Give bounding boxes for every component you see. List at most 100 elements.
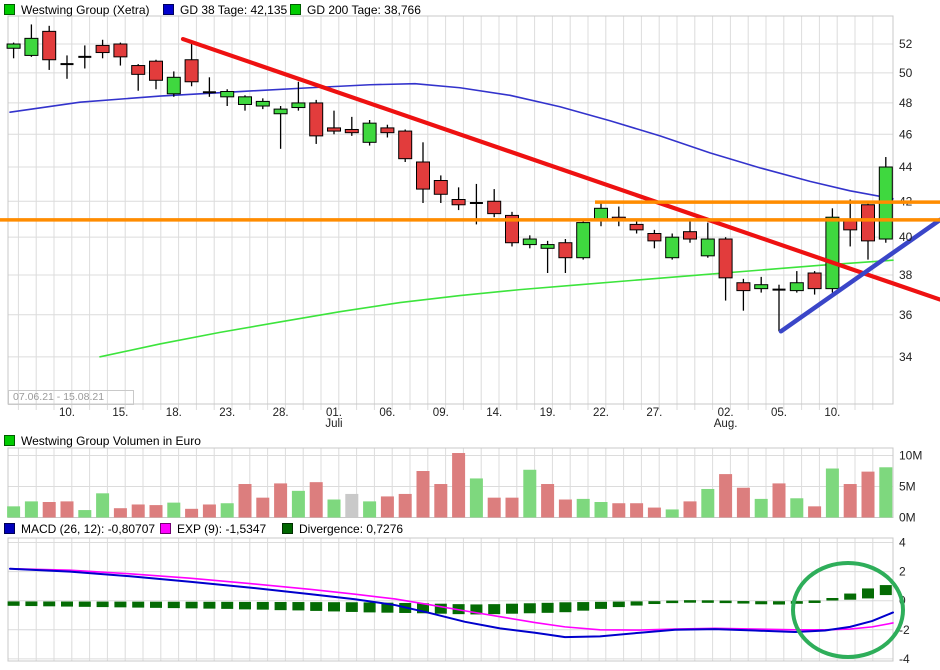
down-candle [862,205,875,241]
up-candle [274,109,287,114]
volume-bar [132,504,145,517]
legend-item-divergence: Divergence: 0,7276 [282,522,403,536]
down-candle [684,232,697,239]
volume-bar [150,505,163,517]
volume-swatch-icon [4,435,15,446]
divergence-dash [186,602,198,609]
x-axis-label: 27. [646,407,662,419]
volume-bar [434,484,447,517]
up-candle [239,97,252,105]
price-legend: Westwing Group (Xetra) GD 38 Tage: 42,13… [0,3,940,17]
up-candle [167,77,180,93]
divergence-dash [595,602,607,609]
divergence-dash [862,588,874,598]
gd200-swatch-icon [290,4,301,15]
macd-panel[interactable]: 420-2-4 [8,536,910,666]
down-candle [43,31,56,59]
up-candle [25,38,38,55]
divergence-dash [737,601,749,604]
volume-bar [167,503,180,518]
y-axis-label: 52 [899,37,913,51]
volume-bar [203,504,216,517]
volume-bar [25,501,38,517]
divergence-dash [666,601,678,604]
up-candle [523,239,536,245]
divergence-dash [648,601,660,604]
resistance-downtrend-trendline [183,39,940,300]
down-candle [630,224,643,229]
volume-bar [577,499,590,518]
divergence-dash [114,602,126,608]
date-range-label: 07.06.21 - 15.08.21 [8,390,134,405]
volume-bar [755,499,768,518]
volume-bar [666,509,679,517]
y-axis-label: 36 [899,308,913,322]
down-candle [452,200,465,205]
divergence-dash [221,602,233,609]
down-candle [132,66,145,75]
y-axis-label: 48 [899,96,913,110]
volume-bar [523,470,536,518]
divergence-dash [755,601,767,604]
exp-swatch-icon [160,523,171,534]
volume-panel[interactable]: 10M5M0M [7,448,922,525]
divergence-dash [542,603,554,613]
macd-axis-label: 4 [899,536,906,550]
divergence-dash [702,600,714,603]
down-candle [114,44,127,57]
up-candle [541,245,554,249]
volume-bar [114,508,127,517]
divergence-dash [559,602,571,612]
divergence-dash [844,594,856,600]
down-candle [310,103,323,136]
volume-axis-label: 10M [899,449,922,463]
divergence-dash [613,602,625,608]
volume-axis-label: 5M [899,480,916,494]
down-candle [719,239,732,278]
down-candle [381,128,394,133]
down-candle [417,162,430,189]
highlight-ellipse-annotation [793,563,903,657]
down-candle [737,283,750,291]
volume-bar [256,498,269,518]
divergence-dash [257,602,269,610]
divergence-dash [97,602,109,608]
up-candle [577,223,590,258]
volume-bar [345,494,358,518]
down-candle [434,181,447,195]
volume-legend: Westwing Group Volumen in Euro [0,434,940,448]
legend-item-gd200: GD 200 Tage: 38,766 [290,3,421,17]
volume-bar [488,498,501,518]
macd-axis-label: 2 [899,565,906,579]
down-candle [399,131,412,159]
x-axis-label: 09. [433,407,449,419]
legend-label: GD 38 Tage: 42,135 [180,3,287,17]
volume-bar [239,484,252,517]
volume-bar [790,498,803,517]
divergence-dash [506,604,518,614]
x-axis-label: 05. [771,407,787,419]
divergence-dash [43,601,55,606]
legend-label: GD 200 Tage: 38,766 [307,3,421,17]
x-axis-label: 10. [824,407,840,419]
x-axis-month-label: Juli [325,418,342,430]
gd38-line [10,84,893,199]
legend-label: EXP (9): -1,5347 [177,522,266,536]
divergence-dash [310,602,322,611]
volume-bar [648,508,661,518]
volume-bar [61,501,74,517]
volume-bar [612,503,625,517]
divergence-dash [346,602,358,612]
up-candle [755,285,768,289]
legend-item-price-series: Westwing Group (Xetra) [4,3,150,17]
volume-bar [310,482,323,517]
down-candle [96,45,109,52]
divergence-dash [826,598,838,601]
down-candle [185,60,198,82]
price-panel[interactable]: 5250484644424038363410.15.18.23.28.01.Ju… [0,16,940,430]
divergence-dash [773,601,785,604]
volume-bar [381,496,394,517]
volume-bar [221,503,234,517]
volume-bar [826,469,839,518]
macd-axis-label: -4 [899,652,910,666]
